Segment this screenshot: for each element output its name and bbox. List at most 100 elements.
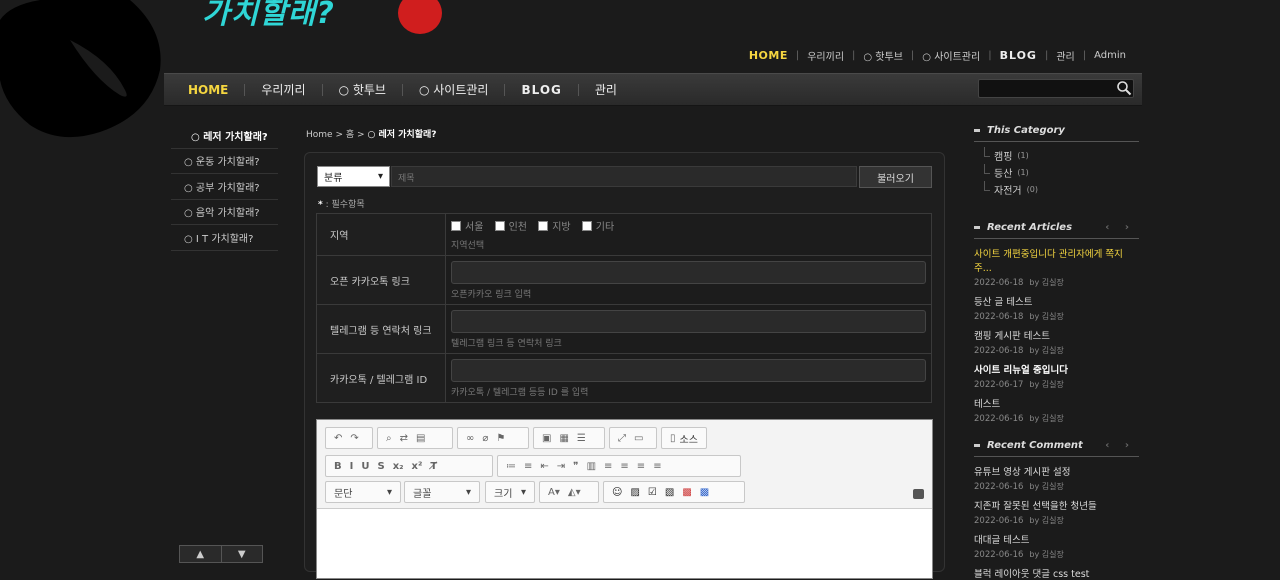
paragraph-format-select[interactable]: 문단 ▾ <box>325 481 401 503</box>
comment-link[interactable]: 지존파 잘못된 선택을한 청년들 <box>974 498 1139 512</box>
article-link[interactable]: 사이트 개편중입니다 관리자에게 쪽지주... <box>974 246 1139 274</box>
text-color-icon[interactable]: A▾ <box>548 487 560 498</box>
bold-icon[interactable]: B <box>334 461 342 472</box>
this-category-header: This Category <box>974 125 1139 142</box>
category-item[interactable]: 자전거 (0) <box>974 181 1139 198</box>
hr-icon[interactable]: ☰ <box>577 433 586 444</box>
checkbox[interactable] <box>451 220 461 231</box>
bg-color-icon[interactable]: ◭▾ <box>568 487 581 498</box>
checkbox[interactable] <box>538 220 549 231</box>
article-link[interactable]: 테스트 <box>974 396 1139 410</box>
anchor-icon[interactable]: ⚑ <box>496 433 505 444</box>
breadcrumb-home[interactable]: Home <box>306 130 333 140</box>
media-icon[interactable]: ▨ <box>630 487 639 498</box>
superscript-icon[interactable]: x² <box>412 461 423 472</box>
main-nav-manage[interactable]: 관리 <box>579 81 633 98</box>
comment-link[interactable]: 유튜브 영상 게시판 설정 <box>974 464 1139 478</box>
widget-color-icon[interactable]: ▩ <box>682 487 691 498</box>
find-icon[interactable]: ⌕ <box>386 433 392 444</box>
search-icon[interactable] <box>1116 80 1132 96</box>
article-link[interactable]: 등산 글 테스트 <box>974 294 1139 308</box>
replace-icon[interactable]: ⇄ <box>400 433 408 444</box>
article-link[interactable]: 사이트 리뉴얼 중입니다 <box>974 362 1139 376</box>
align-center-icon[interactable]: ≡ <box>620 461 628 472</box>
top-nav-hottube[interactable]: ○ 핫투브 <box>855 48 911 63</box>
widget-color2-icon[interactable]: ▩ <box>700 487 709 498</box>
strike-icon[interactable]: S <box>377 461 384 472</box>
underline-icon[interactable]: U <box>361 461 369 472</box>
outdent-icon[interactable]: ⇤ <box>540 461 548 472</box>
fullscreen-icon[interactable]: ⤢ <box>618 433 626 444</box>
checkbox[interactable] <box>494 220 505 231</box>
scroll-up-button[interactable]: ▲ <box>180 546 222 562</box>
collapse-toolbar-icon[interactable] <box>913 489 924 499</box>
left-menu-item-exercise[interactable]: ○ 운동 가치할래? <box>171 149 278 174</box>
logo-text[interactable]: 가치할래? <box>202 0 335 32</box>
link-icon[interactable]: ∞ <box>466 433 474 444</box>
bullet-list-icon[interactable]: ≡ <box>524 461 532 472</box>
top-nav-site-admin[interactable]: ○ 사이트관리 <box>914 48 988 63</box>
indent-icon[interactable]: ⇥ <box>557 461 565 472</box>
source-button[interactable]: ▯ 소스 <box>661 427 707 449</box>
load-button[interactable]: 불러오기 <box>859 166 932 188</box>
main-nav-blog[interactable]: BLOG <box>505 83 577 97</box>
top-nav-home[interactable]: HOME <box>741 49 796 62</box>
main-nav-hottube[interactable]: ○ 핫투브 <box>323 81 402 98</box>
pager-arrows[interactable]: ‹ › <box>1105 440 1139 451</box>
pager-arrows[interactable]: ‹ › <box>1105 222 1139 233</box>
subscript-icon[interactable]: x₂ <box>393 461 404 472</box>
font-select[interactable]: 글꼴 ▾ <box>404 481 480 503</box>
top-nav-manage[interactable]: 관리 <box>1048 48 1082 63</box>
rich-text-editor[interactable]: ↶ ↷ ⌕ ⇄ ▤ ∞ ⌀ ⚑ ▣ ▦ ☰ ⤢ ▭ ▯ 소스 B I U Sx₂ x² T̸ ≔ ≡ ⇤ ⇥ ❞ ▥ ≡… <box>316 419 933 579</box>
comment-link[interactable]: 블럭 레이아웃 댓글 css test <box>974 566 1139 580</box>
blockquote-icon[interactable]: ❞ <box>573 461 578 472</box>
ordered-list-icon[interactable]: ≔ <box>506 461 516 472</box>
clear-format-icon[interactable]: T̸ <box>430 461 437 472</box>
region-option-seoul[interactable]: 서울 <box>451 218 483 233</box>
breadcrumb-mid[interactable]: 홈 <box>346 130 354 140</box>
italic-icon[interactable]: I <box>350 461 354 472</box>
main-nav-ourselves[interactable]: 우리끼리 <box>245 81 321 98</box>
select-all-icon[interactable]: ▤ <box>416 433 425 444</box>
image-icon[interactable]: ▣ <box>542 433 551 444</box>
comment-link[interactable]: 대대글 테스트 <box>974 532 1139 546</box>
messenger-id-input[interactable] <box>451 358 926 382</box>
emoji-icon[interactable]: ☺ <box>612 487 622 498</box>
scroll-down-button[interactable]: ▼ <box>222 546 263 562</box>
left-menu-item-it[interactable]: ○ I T 가치할래? <box>171 225 278 251</box>
category-list: 캠핑 (1) 등산 (1) 자전거 (0) <box>974 147 1139 198</box>
region-option-other[interactable]: 기타 <box>581 218 614 233</box>
embed-icon[interactable]: ▧ <box>665 487 674 498</box>
size-select[interactable]: 크기 ▾ <box>485 481 535 503</box>
kakao-link-input[interactable] <box>451 260 926 284</box>
search-input[interactable] <box>978 79 1134 98</box>
align-right-icon[interactable]: ≡ <box>637 461 645 472</box>
top-nav-blog[interactable]: BLOG <box>992 49 1045 62</box>
align-justify-icon[interactable]: ≡ <box>653 461 661 472</box>
main-nav-home[interactable]: HOME <box>188 83 244 97</box>
redo-icon[interactable]: ↷ <box>350 433 358 444</box>
table-icon[interactable]: ▦ <box>559 433 568 444</box>
left-menu-item-study[interactable]: ○ 공부 가치할래? <box>171 174 278 200</box>
align-left-icon[interactable]: ≡ <box>604 461 612 472</box>
region-option-local[interactable]: 지방 <box>538 218 571 233</box>
link-group: ∞ ⌀ ⚑ <box>457 427 529 449</box>
top-nav-ourselves[interactable]: 우리끼리 <box>799 48 852 63</box>
main-nav-site-admin[interactable]: ○ 사이트관리 <box>403 81 505 98</box>
top-nav-admin[interactable]: Admin <box>1086 50 1134 61</box>
checkbox-icon[interactable]: ☑ <box>648 487 657 498</box>
left-menu-item-music[interactable]: ○ 음악 가치할래? <box>171 200 278 225</box>
div-icon[interactable]: ▥ <box>587 461 596 472</box>
unlink-icon[interactable]: ⌀ <box>482 433 488 444</box>
title-input[interactable]: 제목 <box>391 166 857 187</box>
undo-icon[interactable]: ↶ <box>334 433 342 444</box>
category-item[interactable]: 캠핑 (1) <box>974 147 1139 164</box>
category-select[interactable]: 분류 ▾ <box>317 166 390 187</box>
category-item[interactable]: 등산 (1) <box>974 164 1139 181</box>
checkbox[interactable] <box>581 220 592 231</box>
article-link[interactable]: 캠핑 게시판 테스트 <box>974 328 1139 342</box>
left-menu-item-leisure[interactable]: ○ 레저 가치할래? <box>171 123 278 149</box>
region-option-incheon[interactable]: 인천 <box>494 218 527 233</box>
preview-icon[interactable]: ▭ <box>634 433 643 444</box>
telegram-link-input[interactable] <box>451 309 926 333</box>
